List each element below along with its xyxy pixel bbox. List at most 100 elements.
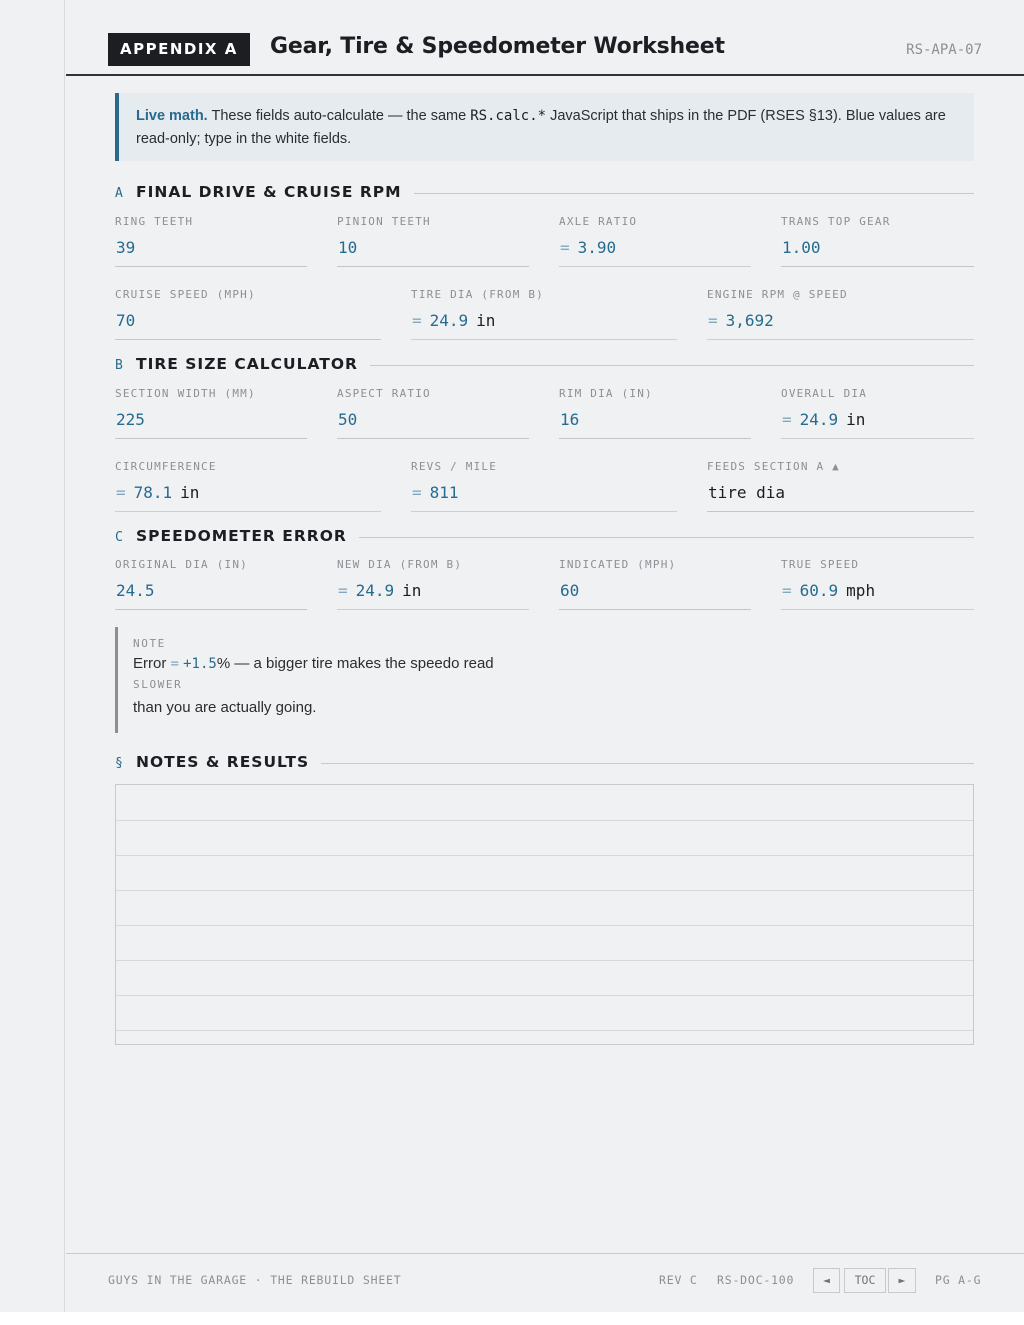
section-width-input[interactable]: 225 — [115, 406, 307, 439]
equals-sign: = — [170, 656, 179, 672]
field-label: OVERALL DIA — [781, 387, 868, 400]
new-dia-output: = 24.9 in — [337, 577, 529, 610]
pinion-teeth-input[interactable]: 10 — [337, 234, 529, 267]
ruled-line — [116, 925, 973, 926]
ring-teeth-input[interactable]: 39 — [115, 234, 307, 267]
pinion-teeth-field: PINION TEETH 10 — [337, 215, 529, 267]
error-percent: +1.5 — [183, 656, 217, 672]
page-title: Gear, Tire & Speedometer Worksheet — [270, 34, 725, 59]
calc-value: 3.90 — [577, 238, 617, 257]
document-code: RS-APA-07 — [906, 42, 982, 58]
callout-code: RS.calc.* — [470, 108, 547, 124]
equals-sign: = — [338, 581, 348, 600]
trans-top-gear-input[interactable]: 1.00 — [781, 234, 974, 267]
aspect-ratio-input[interactable]: 50 — [337, 406, 529, 439]
field-label: FEEDS SECTION A ▲ — [707, 460, 840, 473]
section-letter: A — [115, 186, 123, 201]
unit-label: in — [180, 483, 200, 502]
axle-ratio-output: = 3.90 — [559, 234, 751, 267]
new-dia-field: NEW DIA (FROM B) = 24.9 in — [337, 558, 529, 610]
calc-value: 78.1 — [133, 483, 173, 502]
section-title: TIRE SIZE CALCULATOR — [136, 355, 370, 373]
ring-teeth-field: RING TEETH 39 — [115, 215, 307, 267]
tire-dia-output: = 24.9 in — [411, 307, 677, 340]
aspect-ratio-field: ASPECT RATIO 50 — [337, 387, 529, 439]
field-label: NEW DIA (FROM B) — [337, 558, 463, 571]
feeds-section-a-value: tire dia — [707, 479, 974, 512]
section-c-heading: C SPEEDOMETER ERROR — [115, 527, 974, 547]
ruled-line — [116, 820, 973, 821]
engine-rpm-output: = 3,692 — [707, 307, 974, 340]
calc-value: 24.9 — [799, 410, 839, 429]
field-label: RIM DIA (IN) — [559, 387, 653, 400]
field-label: ENGINE RPM @ SPEED — [707, 288, 848, 301]
field-label: ASPECT RATIO — [337, 387, 431, 400]
prev-arrow-icon: ◄ — [823, 1273, 830, 1287]
equals-sign: = — [782, 581, 792, 600]
section-letter: § — [115, 756, 123, 771]
field-label: AXLE RATIO — [559, 215, 638, 228]
indicated-speed-field: INDICATED (MPH) 60 — [559, 558, 751, 610]
section-title: NOTES & RESULTS — [136, 753, 322, 771]
section-a-heading: A FINAL DRIVE & CRUISE RPM — [115, 183, 974, 203]
calc-value: 3,692 — [725, 311, 774, 330]
equals-sign: = — [782, 410, 792, 429]
worksheet-page: APPENDIX A Gear, Tire & Speedometer Work… — [0, 0, 1024, 1312]
circumference-output: = 78.1 in — [115, 479, 381, 512]
callout-lead: Live math. — [136, 108, 208, 124]
equals-sign: = — [708, 311, 718, 330]
field-label: CRUISE SPEED (MPH) — [115, 288, 256, 301]
note-line-2: than you are actually going. — [133, 699, 317, 716]
ruled-line — [116, 1030, 973, 1031]
ruled-line — [116, 855, 973, 856]
field-label: REVS / MILE — [411, 460, 498, 473]
trans-top-gear-field: TRANS TOP GEAR 1.00 — [781, 215, 974, 267]
next-arrow-icon: ► — [898, 1273, 906, 1287]
unit-label: in — [846, 410, 866, 429]
field-label: SECTION WIDTH (MM) — [115, 387, 256, 400]
true-speed-output: = 60.9 mph — [781, 577, 974, 610]
field-label: TRUE SPEED — [781, 558, 860, 571]
note-emphasis: SLOWER — [133, 678, 183, 691]
note-suffix: % — a bigger tire makes the speedo read — [216, 655, 494, 672]
field-label: TIRE DIA (FROM B) — [411, 288, 544, 301]
ruled-line — [116, 960, 973, 961]
speedo-error-note: NOTE Error = +1.5% — a bigger tire makes… — [115, 627, 595, 733]
equals-sign: = — [412, 483, 422, 502]
equals-sign: = — [116, 483, 126, 502]
section-letter: C — [115, 530, 123, 545]
ruled-line — [116, 890, 973, 891]
section-letter: B — [115, 358, 123, 373]
next-page-button[interactable]: ► — [888, 1268, 916, 1293]
prev-page-button[interactable]: ◄ — [813, 1268, 840, 1293]
indicated-speed-input[interactable]: 60 — [559, 577, 751, 610]
true-speed-field: TRUE SPEED = 60.9 mph — [781, 558, 974, 610]
cruise-speed-input[interactable]: 70 — [115, 307, 381, 340]
axle-ratio-field: AXLE RATIO = 3.90 — [559, 215, 751, 267]
footer-publisher: GUYS IN THE GARAGE · THE REBUILD SHEET — [108, 1273, 402, 1287]
field-label: RING TEETH — [115, 215, 194, 228]
original-dia-input[interactable]: 24.5 — [115, 577, 307, 610]
circumference-field: CIRCUMFERENCE = 78.1 in — [115, 460, 381, 512]
original-dia-field: ORIGINAL DIA (IN) 24.5 — [115, 558, 307, 610]
section-b-heading: B TIRE SIZE CALCULATOR — [115, 355, 974, 375]
footer-page-number: PG A-G — [935, 1273, 982, 1287]
footer-doc-number: RS-DOC-100 — [717, 1273, 795, 1287]
feeds-section-a-field: FEEDS SECTION A ▲ tire dia — [707, 460, 974, 512]
live-math-callout: Live math. These fields auto-calculate —… — [115, 93, 974, 161]
calc-value: 811 — [429, 483, 459, 502]
cruise-speed-field: CRUISE SPEED (MPH) 70 — [115, 288, 381, 340]
calc-value: 60.9 — [799, 581, 839, 600]
rim-dia-field: RIM DIA (IN) 16 — [559, 387, 751, 439]
notes-textarea[interactable] — [115, 784, 974, 1045]
callout-text-before: These fields auto-calculate — the same — [207, 108, 471, 124]
note-prefix: Error — [133, 655, 171, 672]
equals-sign: = — [412, 311, 422, 330]
field-label: INDICATED (MPH) — [559, 558, 677, 571]
field-label: PINION TEETH — [337, 215, 431, 228]
unit-label: mph — [846, 581, 876, 600]
equals-sign: = — [560, 238, 570, 257]
toc-button[interactable]: TOC — [844, 1268, 886, 1293]
rim-dia-input[interactable]: 16 — [559, 406, 751, 439]
page-header: APPENDIX A Gear, Tire & Speedometer Work… — [66, 0, 1024, 76]
